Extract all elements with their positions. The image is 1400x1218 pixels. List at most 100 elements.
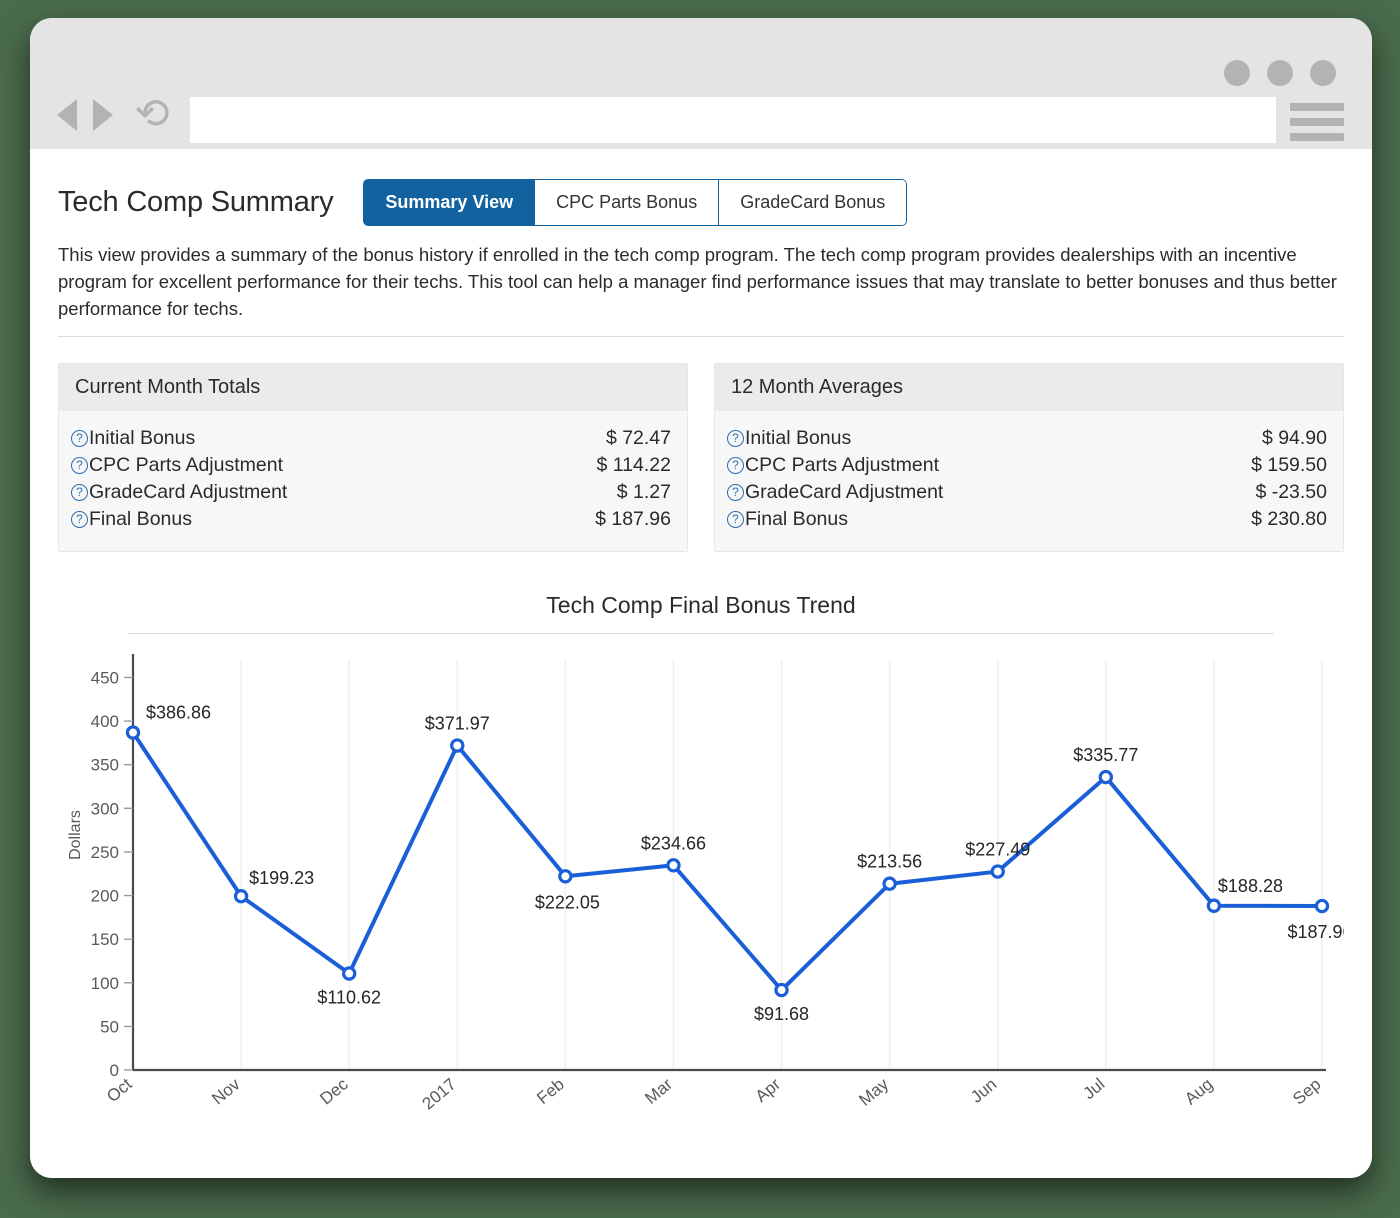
- browser-window: ⟳ Tech Comp Summary Summary View CPC Par…: [30, 18, 1372, 1178]
- y-axis-tick-label: 150: [91, 930, 119, 949]
- y-axis-tick-label: 300: [91, 799, 119, 818]
- browser-toolbar: ⟳: [30, 92, 1372, 149]
- card-row: ? GradeCard Adjustment $ -23.50: [727, 479, 1327, 506]
- chart-data-label: $234.66: [641, 833, 706, 853]
- card-row: ? Initial Bonus $ 94.90: [727, 425, 1327, 452]
- chart-data-label: $187.96: [1287, 922, 1344, 942]
- chart-data-point[interactable]: [558, 869, 573, 884]
- view-tabs: Summary View CPC Parts Bonus GradeCard B…: [363, 179, 908, 226]
- chart-data-point[interactable]: [990, 864, 1005, 879]
- row-value: $ 187.96: [595, 508, 671, 531]
- window-dot-2[interactable]: [1267, 60, 1293, 86]
- row-label: Final Bonus: [89, 508, 192, 531]
- y-axis-tick-label: 50: [100, 1017, 119, 1036]
- row-label: Initial Bonus: [89, 427, 196, 450]
- row-label: CPC Parts Adjustment: [745, 454, 939, 477]
- final-bonus-line-chart[interactable]: 0 50 100 150 200 250 300 350 400 450 Dollars Oct Nov…: [58, 642, 1344, 1142]
- x-axis-tick-label: Aug: [1181, 1075, 1216, 1109]
- row-value: $ 1.27: [616, 481, 671, 504]
- help-icon[interactable]: ?: [727, 457, 744, 475]
- chart-title: Tech Comp Final Bonus Trend: [546, 592, 856, 619]
- hamburger-menu-icon[interactable]: [1290, 103, 1344, 141]
- y-axis-tick-label: 450: [91, 669, 119, 688]
- chart-data-label: $371.97: [425, 714, 490, 734]
- help-icon[interactable]: ?: [71, 457, 88, 475]
- chart-data-point[interactable]: [774, 982, 789, 998]
- card-row: ? GradeCard Adjustment $ 1.27: [71, 479, 671, 506]
- x-axis-tick-label: May: [855, 1074, 892, 1110]
- row-label: GradeCard Adjustment: [745, 481, 944, 504]
- chart-data-label: $110.62: [317, 988, 381, 1008]
- tab-cpc-parts-bonus[interactable]: CPC Parts Bonus: [535, 179, 720, 226]
- x-axis-tick-label: Oct: [103, 1074, 136, 1106]
- chart-data-label: $91.68: [754, 1004, 809, 1024]
- help-icon[interactable]: ?: [727, 511, 744, 529]
- y-axis-tick-label: 200: [91, 887, 119, 906]
- card-row: ? Initial Bonus $ 72.47: [71, 425, 671, 452]
- x-axis-tick-label: Jul: [1080, 1075, 1109, 1104]
- chart-data-point[interactable]: [450, 738, 465, 753]
- y-axis-title: Dollars: [67, 810, 84, 860]
- help-icon[interactable]: ?: [71, 484, 88, 502]
- chart-title-divider: [128, 633, 1274, 635]
- forward-icon[interactable]: [93, 99, 113, 131]
- help-icon[interactable]: ?: [71, 430, 88, 448]
- card-body: ? Initial Bonus $ 72.47 ? CPC Parts Adju…: [59, 411, 687, 551]
- card-body: ? Initial Bonus $ 94.90 ? CPC Parts Adju…: [715, 411, 1343, 551]
- chart-data-label: $386.86: [146, 703, 211, 723]
- back-icon[interactable]: [57, 99, 77, 131]
- row-label: Final Bonus: [745, 508, 848, 531]
- chart-data-label: $222.05: [535, 892, 600, 912]
- reload-icon[interactable]: ⟳: [135, 92, 170, 138]
- chart-data-point[interactable]: [125, 725, 141, 740]
- y-axis-tick-label: 0: [110, 1061, 119, 1080]
- chart-data-point[interactable]: [1098, 769, 1114, 785]
- chart-series-line: [131, 730, 1324, 993]
- tab-summary-view[interactable]: Summary View: [363, 179, 536, 226]
- chart-data-point[interactable]: [882, 876, 897, 891]
- x-axis-tick-label: Feb: [533, 1075, 568, 1108]
- window-controls: [1224, 60, 1336, 86]
- y-axis-tick-label: 400: [91, 712, 119, 731]
- page-description: This view provides a summary of the bonu…: [58, 244, 1337, 319]
- card-title: 12 Month Averages: [715, 364, 1343, 412]
- card-12-month-averages: 12 Month Averages ? Initial Bonus $ 94.9…: [714, 363, 1344, 553]
- tab-gradecard-bonus[interactable]: GradeCard Bonus: [719, 179, 908, 226]
- navigation-buttons: ⟳: [57, 92, 170, 138]
- window-dot-3[interactable]: [1310, 60, 1336, 86]
- help-icon[interactable]: ?: [71, 511, 88, 529]
- x-axis-tick-label: Mar: [641, 1074, 676, 1108]
- row-value: $ -23.50: [1255, 481, 1327, 504]
- card-row: ? CPC Parts Adjustment $ 159.50: [727, 452, 1327, 479]
- page-title: Tech Comp Summary: [58, 186, 334, 218]
- row-value: $ 159.50: [1251, 454, 1327, 477]
- chart-data-point[interactable]: [341, 966, 357, 981]
- row-value: $ 114.22: [596, 454, 671, 477]
- chart-data-point[interactable]: [233, 889, 249, 904]
- address-bar[interactable]: [190, 97, 1276, 143]
- chart-container: 0 50 100 150 200 250 300 350 400 450 Dollars Oct Nov…: [58, 642, 1344, 1142]
- x-axis-tick-label: Nov: [208, 1074, 244, 1108]
- chart-data-point[interactable]: [1314, 898, 1330, 914]
- row-value: $ 94.90: [1261, 427, 1327, 450]
- card-row: ? CPC Parts Adjustment $ 114.22: [71, 452, 671, 479]
- card-row: ? Final Bonus $ 230.80: [727, 506, 1327, 533]
- card-current-month-totals: Current Month Totals ? Initial Bonus $ 7…: [58, 363, 688, 553]
- browser-chrome: ⟳: [30, 18, 1372, 149]
- help-icon[interactable]: ?: [727, 484, 744, 502]
- header-divider: [58, 336, 1344, 338]
- x-axis-tick-label: Apr: [752, 1074, 785, 1106]
- chart-data-point[interactable]: [666, 858, 681, 873]
- y-axis-tick-label: 250: [91, 843, 119, 862]
- window-dot-1[interactable]: [1224, 60, 1250, 86]
- x-axis-tick-label: 2017: [419, 1075, 460, 1114]
- x-axis-tick-label: Sep: [1289, 1075, 1324, 1109]
- x-axis-tick-label: Dec: [316, 1074, 352, 1108]
- chart-data-label: $335.77: [1073, 745, 1138, 765]
- chart-data-label: $213.56: [857, 852, 922, 872]
- chart-data-label: $188.28: [1218, 876, 1283, 896]
- chart-data-label: $227.49: [965, 840, 1030, 860]
- card-title: Current Month Totals: [59, 364, 687, 412]
- help-icon[interactable]: ?: [727, 430, 744, 448]
- chart-data-point[interactable]: [1206, 898, 1222, 914]
